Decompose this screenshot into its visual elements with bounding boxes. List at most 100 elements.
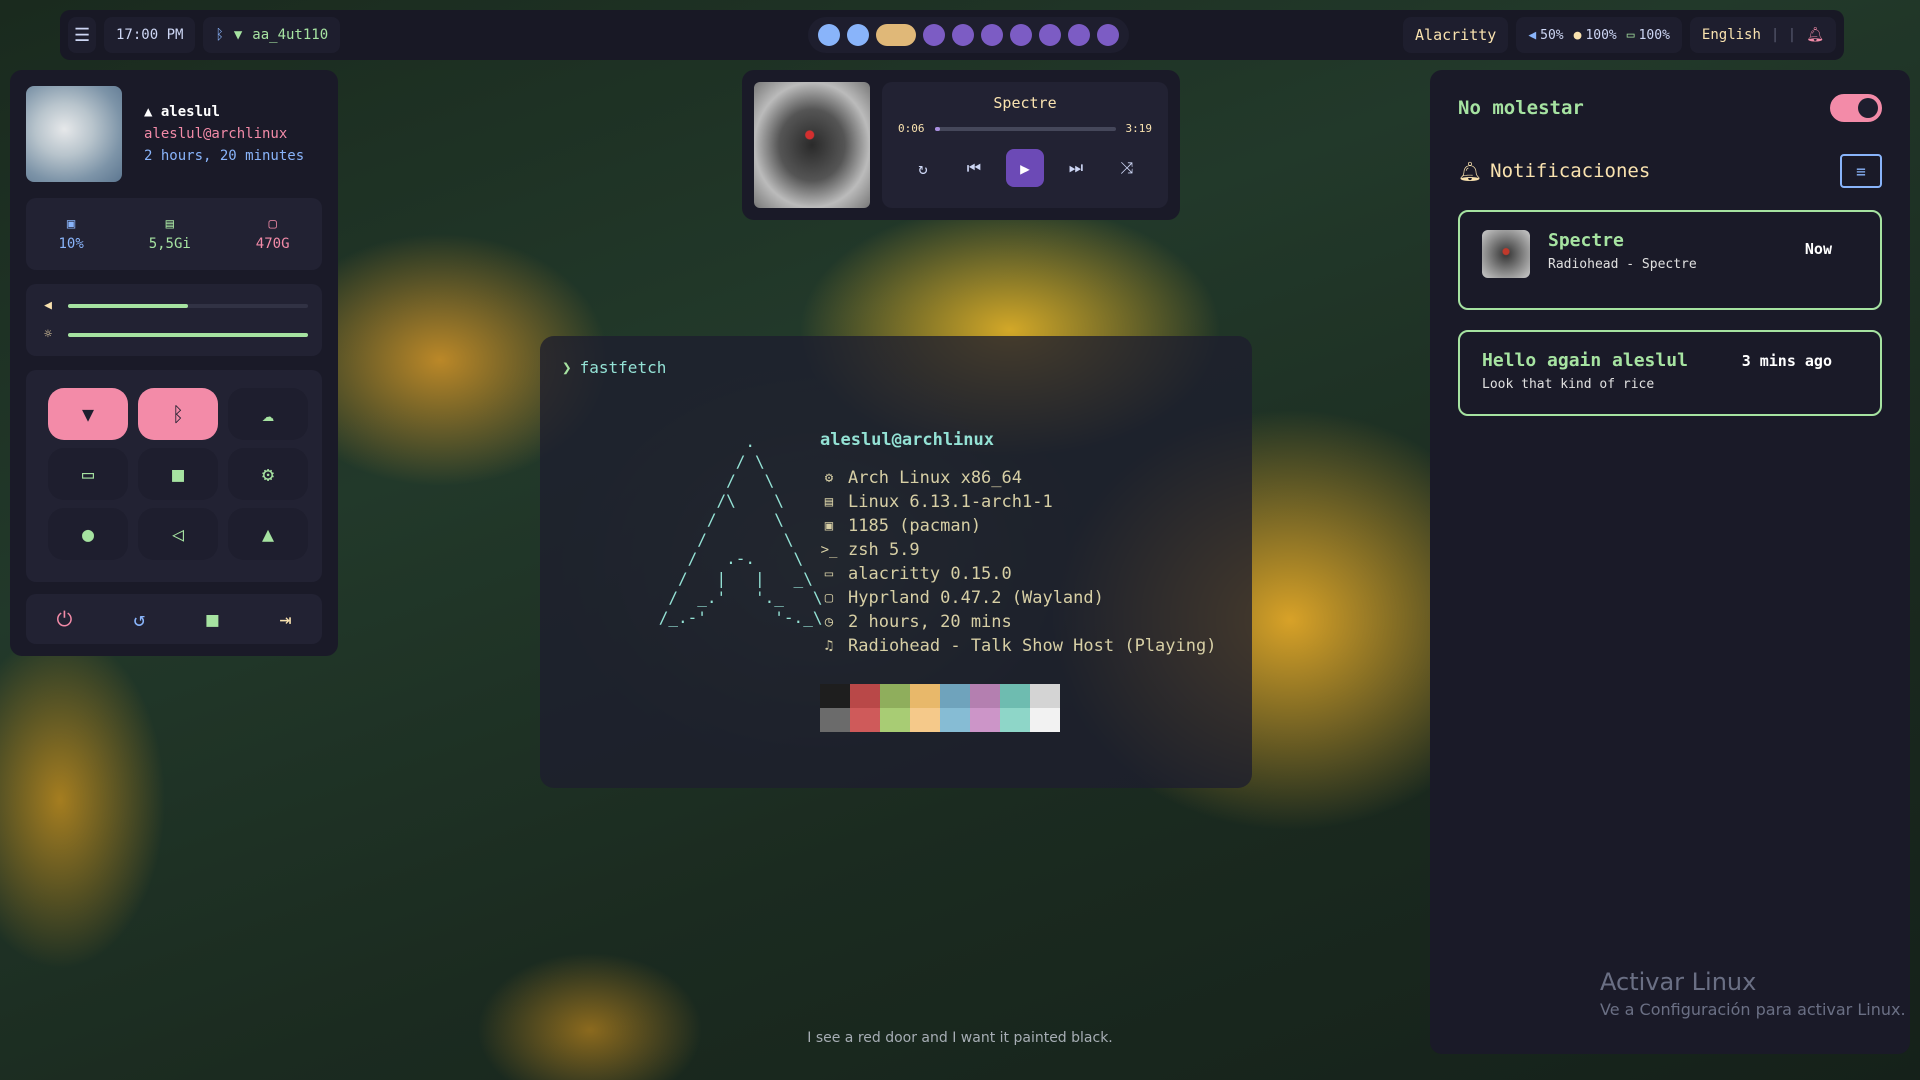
dnd-toggle[interactable] bbox=[1830, 94, 1882, 122]
active-app-widget[interactable]: Alacritty bbox=[1403, 17, 1509, 53]
brightness-slider[interactable] bbox=[68, 332, 308, 337]
fastfetch-uptime-text: 2 hours, 20 mins bbox=[848, 612, 1012, 632]
bluetooth-toggle[interactable]: ᛒ bbox=[138, 388, 218, 440]
notification-text: Spectre Radiohead - Spectre bbox=[1548, 230, 1697, 290]
palette-swatch bbox=[940, 684, 970, 708]
shuffle-button[interactable]: ⤨ bbox=[1108, 149, 1146, 187]
prompt-command: fastfetch bbox=[579, 358, 667, 377]
notification-title: Hello again aleslul bbox=[1482, 350, 1688, 371]
cpu-icon: ▣ bbox=[66, 216, 76, 232]
workspace-2[interactable] bbox=[847, 24, 869, 46]
vscode-toggle[interactable]: ◁ bbox=[138, 508, 218, 560]
activation-subtitle: Ve a Configuración para activar Linux. bbox=[1600, 1000, 1906, 1019]
volume-indicator[interactable]: ◀ 50% bbox=[1528, 28, 1563, 43]
palette-swatch bbox=[820, 684, 850, 708]
workspace-8[interactable] bbox=[1039, 24, 1061, 46]
terminal-prompt: ❯ fastfetch bbox=[562, 358, 1230, 377]
folder-icon: ■ bbox=[171, 462, 185, 486]
brightness-indicator[interactable]: ● 100% bbox=[1574, 28, 1617, 43]
play-button[interactable]: ▶ bbox=[1006, 149, 1044, 187]
fastfetch-wm-text: Hyprland 0.47.2 (Wayland) bbox=[848, 588, 1104, 608]
bluetooth-icon: ᛒ bbox=[172, 402, 184, 426]
workspace-6[interactable] bbox=[981, 24, 1003, 46]
steam-icon: ● bbox=[81, 522, 95, 546]
volume-slider-fill bbox=[68, 303, 188, 308]
avatar bbox=[26, 86, 122, 182]
workspace-5[interactable] bbox=[952, 24, 974, 46]
next-button[interactable]: ⏭ bbox=[1057, 149, 1095, 187]
seek-bar[interactable] bbox=[934, 126, 1116, 131]
clock-widget[interactable]: 17:00 PM bbox=[104, 17, 196, 53]
restart-button[interactable]: ↺ bbox=[133, 607, 145, 631]
palette-swatch bbox=[850, 708, 880, 732]
weather-toggle[interactable]: ☁ bbox=[228, 388, 308, 440]
notification-time: 3 mins ago bbox=[1741, 352, 1832, 370]
files-toggle[interactable]: ■ bbox=[138, 448, 218, 500]
music-icon: ♫ bbox=[824, 638, 834, 654]
volume-slider[interactable] bbox=[68, 303, 308, 308]
elapsed-time: 0:06 bbox=[898, 122, 925, 135]
language-widget[interactable]: English | | 🔔︎ bbox=[1689, 17, 1836, 53]
battery-indicator[interactable]: ▭ 100% bbox=[1627, 28, 1670, 43]
top-bar: ☰ 17:00 PM ᛒ ▼ aa_4ut110 Alacritty ◀ 50%… bbox=[60, 10, 1844, 60]
workspace-10[interactable] bbox=[1097, 24, 1119, 46]
ram-stat: ▤ 5,5Gi bbox=[149, 216, 191, 252]
lock-button[interactable]: ■ bbox=[206, 607, 218, 631]
notification-card[interactable]: Spectre Radiohead - Spectre Now bbox=[1458, 210, 1882, 310]
seek-bar-fill bbox=[934, 126, 940, 131]
previous-button[interactable]: ⏮ bbox=[955, 149, 993, 187]
workspace-3[interactable] bbox=[876, 24, 916, 46]
clear-notifications-button[interactable]: ≡ bbox=[1840, 154, 1882, 188]
system-indicators[interactable]: ◀ 50% ● 100% ▭ 100% bbox=[1516, 17, 1682, 53]
notifications-header: 🔔︎ Notificaciones ≡ bbox=[1458, 154, 1882, 188]
workspace-switcher bbox=[808, 17, 1129, 53]
network-widget[interactable]: ᛒ ▼ aa_4ut110 bbox=[203, 17, 341, 53]
dnd-label: No molestar bbox=[1458, 97, 1584, 119]
duration-time: 3:19 bbox=[1125, 122, 1153, 135]
bell-icon: 🔔︎ bbox=[1458, 160, 1483, 183]
steam-toggle[interactable]: ● bbox=[48, 508, 128, 560]
logout-button[interactable]: ⇥ bbox=[279, 607, 291, 631]
monitor-icon: ▭ bbox=[81, 462, 95, 486]
color-palette bbox=[820, 684, 1216, 732]
wifi-toggle[interactable]: ▼ bbox=[48, 388, 128, 440]
notification-card[interactable]: Hello again aleslul Look that kind of ri… bbox=[1458, 330, 1882, 416]
palette-swatch bbox=[880, 708, 910, 732]
workspace-9[interactable] bbox=[1068, 24, 1090, 46]
quick-toggles: ▼ ᛒ ☁ ▭ ■ ⚙ ● ◁ ▲ bbox=[26, 370, 322, 582]
sun-icon: ☼ bbox=[44, 327, 52, 342]
workspace-4[interactable] bbox=[923, 24, 945, 46]
workspace-7[interactable] bbox=[1010, 24, 1032, 46]
settings-toggle[interactable]: ⚙ bbox=[228, 448, 308, 500]
bell-alert-icon[interactable]: 🔔︎ bbox=[1806, 27, 1824, 43]
fastfetch-uptime: ◷ 2 hours, 20 mins bbox=[820, 610, 1216, 634]
menu-collapse-button[interactable]: ☰ bbox=[68, 17, 96, 53]
repeat-button[interactable]: ↻ bbox=[904, 149, 942, 187]
palette-swatch bbox=[1030, 708, 1060, 732]
battery-icon: ▭ bbox=[1626, 27, 1635, 43]
activation-watermark: Activar Linux Ve a Configuración para ac… bbox=[1600, 968, 1906, 1019]
fastfetch-terminal-text: alacritty 0.15.0 bbox=[848, 564, 1012, 584]
disk-stat: ▢ 470G bbox=[256, 216, 290, 252]
terminal-window[interactable]: ❯ fastfetch . / \ / \ /\ \ / \ / \ / .-. … bbox=[540, 336, 1252, 788]
profile-info: ▲ aleslul aleslul@archlinux 2 hours, 20 … bbox=[144, 86, 304, 182]
playback-buttons: ↻ ⏮ ▶ ⏭ ⤨ bbox=[898, 149, 1152, 187]
sliders-card: ◀ ☼ bbox=[26, 284, 322, 356]
power-button[interactable]: ⏻ bbox=[57, 607, 73, 631]
notification-text: Hello again aleslul Look that kind of ri… bbox=[1482, 350, 1688, 396]
lock-icon: ■ bbox=[206, 607, 219, 631]
palette-swatch bbox=[1030, 684, 1060, 708]
notification-time: Now bbox=[1804, 240, 1832, 258]
gear-icon: ⚙ bbox=[824, 470, 834, 486]
fastfetch-packages: ▣ 1185 (pacman) bbox=[820, 514, 1216, 538]
notification-thumbnail bbox=[1482, 230, 1530, 278]
arch-toggle[interactable]: ▲ bbox=[228, 508, 308, 560]
brightness-value: 100% bbox=[1585, 27, 1617, 43]
wifi-icon: ▼ bbox=[233, 27, 243, 43]
screen-toggle[interactable]: ▭ bbox=[48, 448, 128, 500]
brightness-slider-row: ☼ bbox=[40, 327, 308, 342]
ram-value: 5,5Gi bbox=[148, 236, 191, 252]
cpu-stat: ▣ 10% bbox=[58, 216, 83, 252]
workspace-1[interactable] bbox=[818, 24, 840, 46]
palette-swatch bbox=[850, 684, 880, 708]
